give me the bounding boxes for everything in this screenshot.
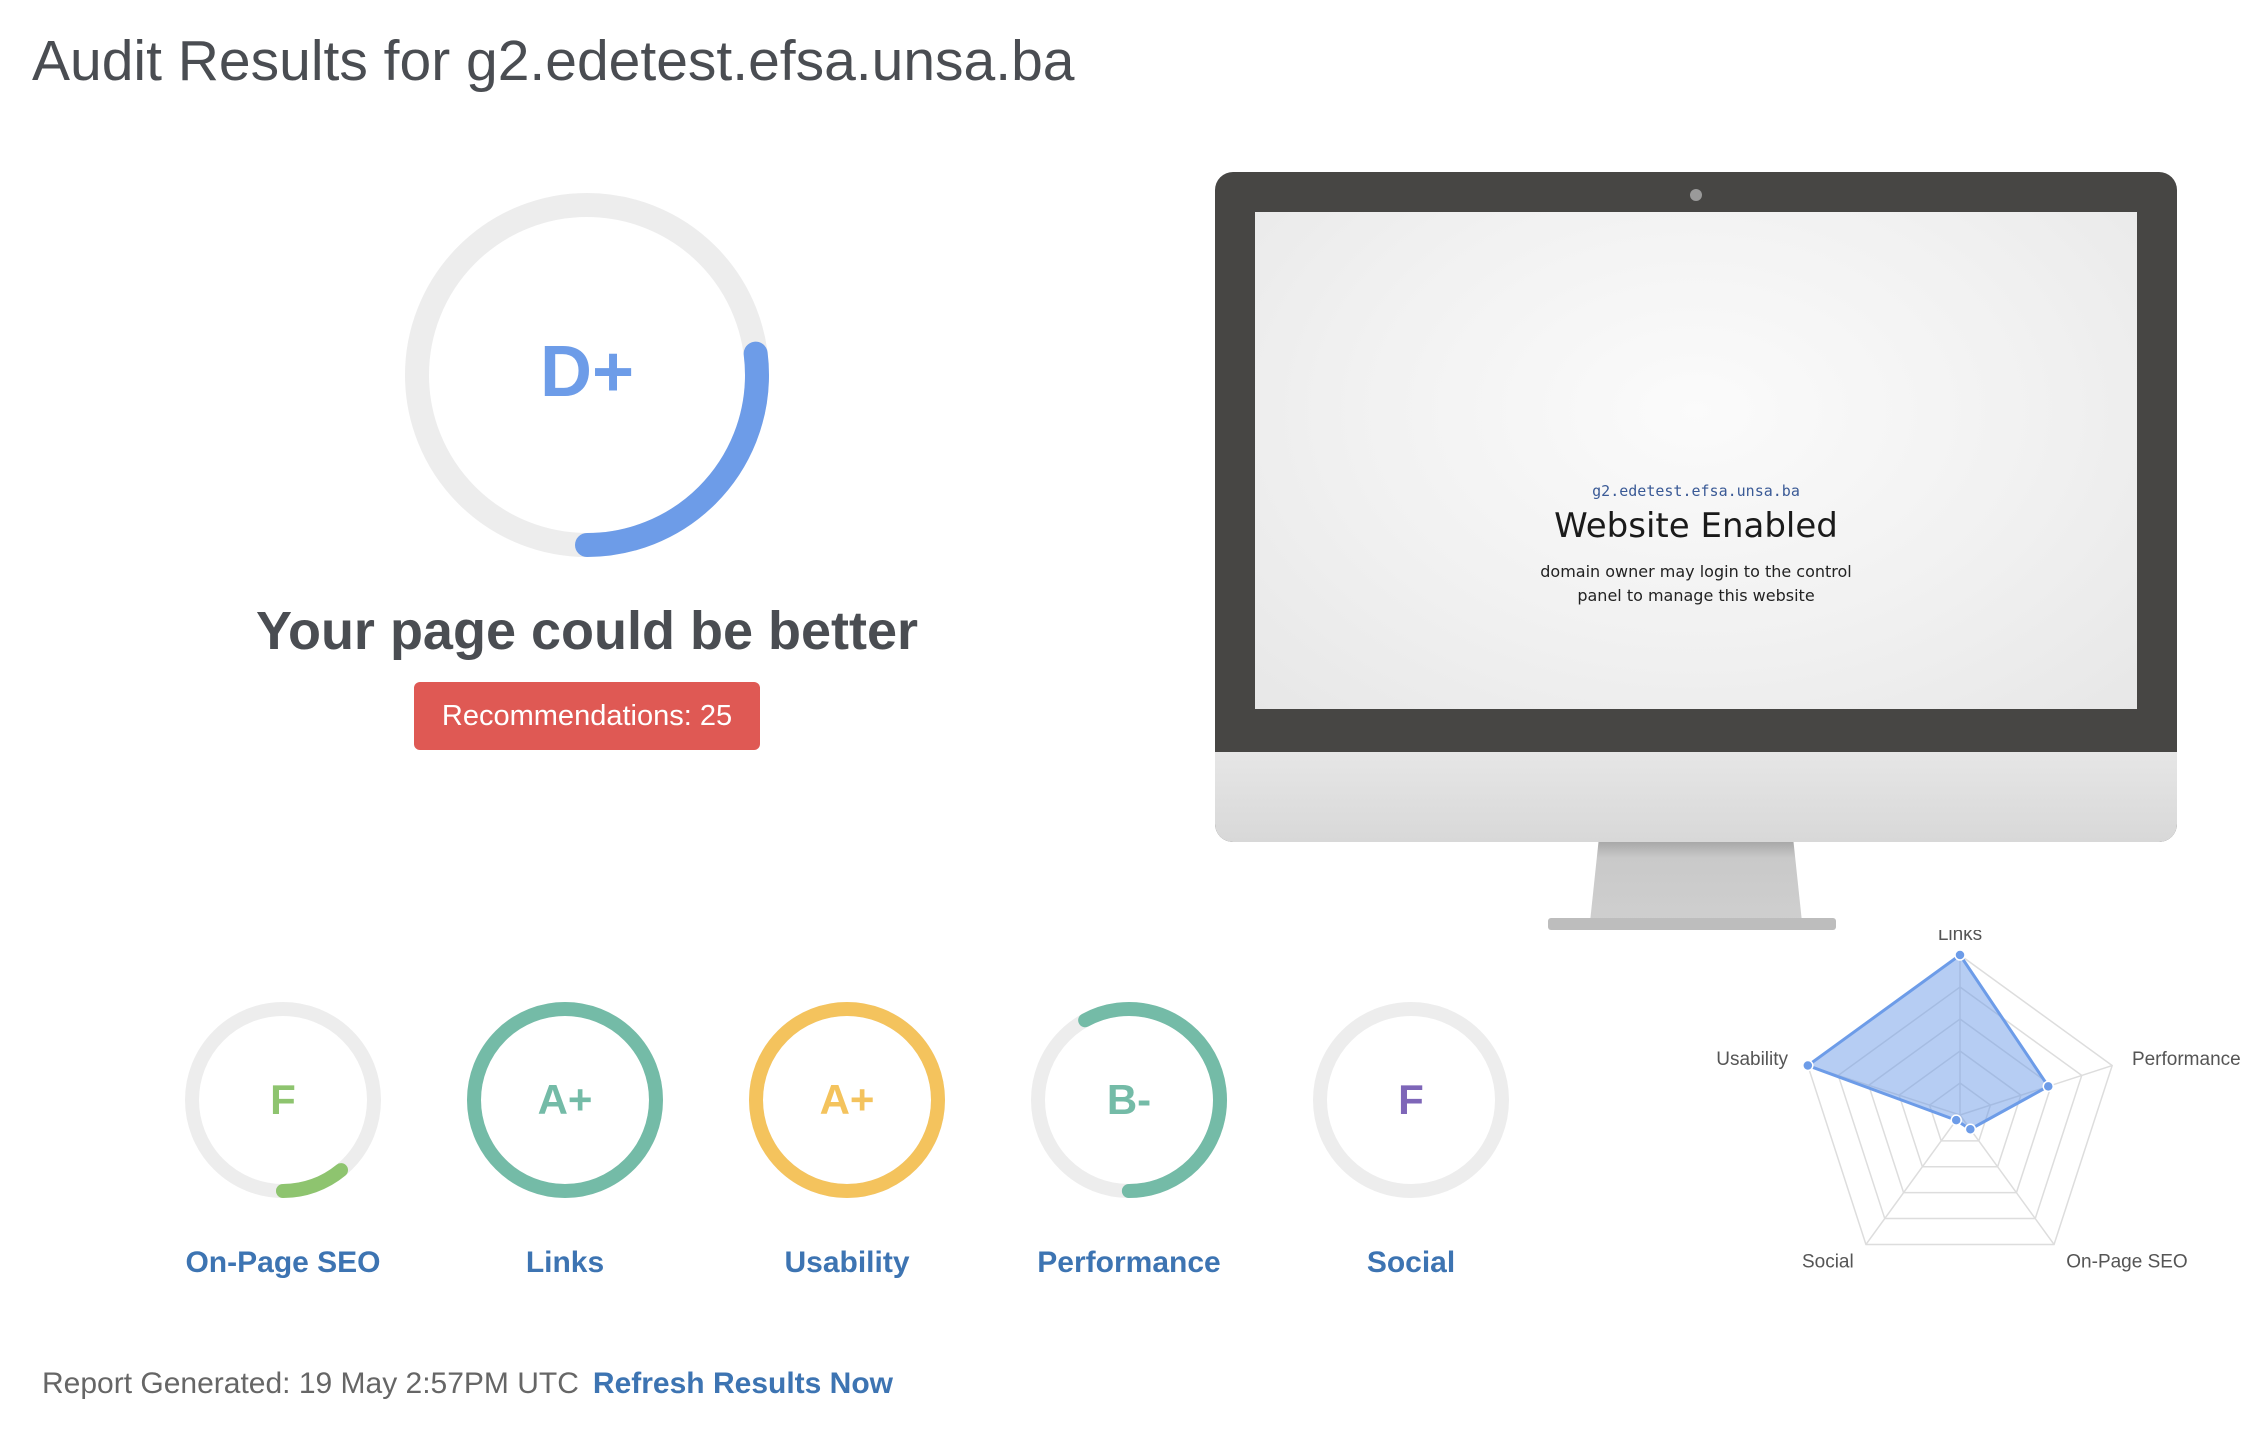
category-usability: A+ Usability (737, 990, 957, 1280)
monitor-stand-base (1548, 918, 1836, 930)
overall-grade: D+ (539, 332, 635, 412)
recommendations-button[interactable]: Recommendations: 25 (414, 682, 760, 750)
category-link-usability[interactable]: Usability (737, 1246, 957, 1280)
preview-site-description: domain owner may login to the control pa… (1540, 562, 1852, 605)
monitor-chin (1215, 752, 2177, 842)
category-grade: F (1398, 1076, 1424, 1123)
summary-heading: Your page could be better (255, 601, 919, 661)
radar-axis-label: Usability (1716, 1049, 1788, 1070)
refresh-results-link[interactable]: Refresh Results Now (593, 1367, 893, 1400)
category-link-on-page-seo[interactable]: On-Page SEO (173, 1246, 393, 1280)
preview-site-url: g2.edetest.efsa.unsa.ba (1592, 482, 1800, 500)
report-generated-text: Report Generated: 19 May 2:57PM UTC (42, 1367, 579, 1400)
website-preview-screenshot: g2.edetest.efsa.unsa.ba Website Enabled … (1255, 212, 2137, 709)
preview-site-title: Website Enabled (1554, 506, 1838, 546)
radar-axis-line (1865, 1114, 1961, 1245)
radar-data-point (1954, 949, 1966, 961)
category-link-social[interactable]: Social (1301, 1246, 1521, 1280)
category-links: A+ Links (455, 990, 675, 1280)
category-grade: A+ (537, 1076, 593, 1123)
category-on-page-seo: F On-Page SEO (173, 990, 393, 1280)
radar-data-point (1950, 1114, 1962, 1126)
page-title: Audit Results for g2.edetest.efsa.unsa.b… (32, 29, 1075, 93)
report-footer: Report Generated: 19 May 2:57PM UTC Refre… (42, 1367, 893, 1401)
category-social: F Social (1301, 990, 1521, 1280)
radar-axis-line (1959, 1114, 2055, 1245)
category-radar-chart: Links Performance On-Page SEO Social Usabili… (1716, 930, 2241, 1272)
radar-axis-label: Social (1802, 1251, 1854, 1272)
category-link-performance[interactable]: Performance (1019, 1246, 1239, 1280)
radar-data-point (1802, 1059, 1814, 1072)
radar-axis-label: Links (1938, 930, 1982, 945)
radar-axis-label: Performance (2132, 1049, 2241, 1070)
radar-axis-label: On-Page SEO (2066, 1251, 2187, 1272)
category-link-links[interactable]: Links (455, 1246, 675, 1280)
category-grade: A+ (819, 1076, 875, 1123)
webcam-icon (1690, 189, 1702, 201)
radar-data-point (1964, 1123, 1977, 1135)
radar-data-area (1804, 952, 2051, 1131)
monitor-stand (1590, 842, 1802, 922)
category-grade: F (270, 1076, 296, 1123)
category-grade: B- (1106, 1076, 1152, 1123)
category-performance: B- Performance (1019, 990, 1239, 1280)
radar-data-point (2042, 1080, 2055, 1093)
